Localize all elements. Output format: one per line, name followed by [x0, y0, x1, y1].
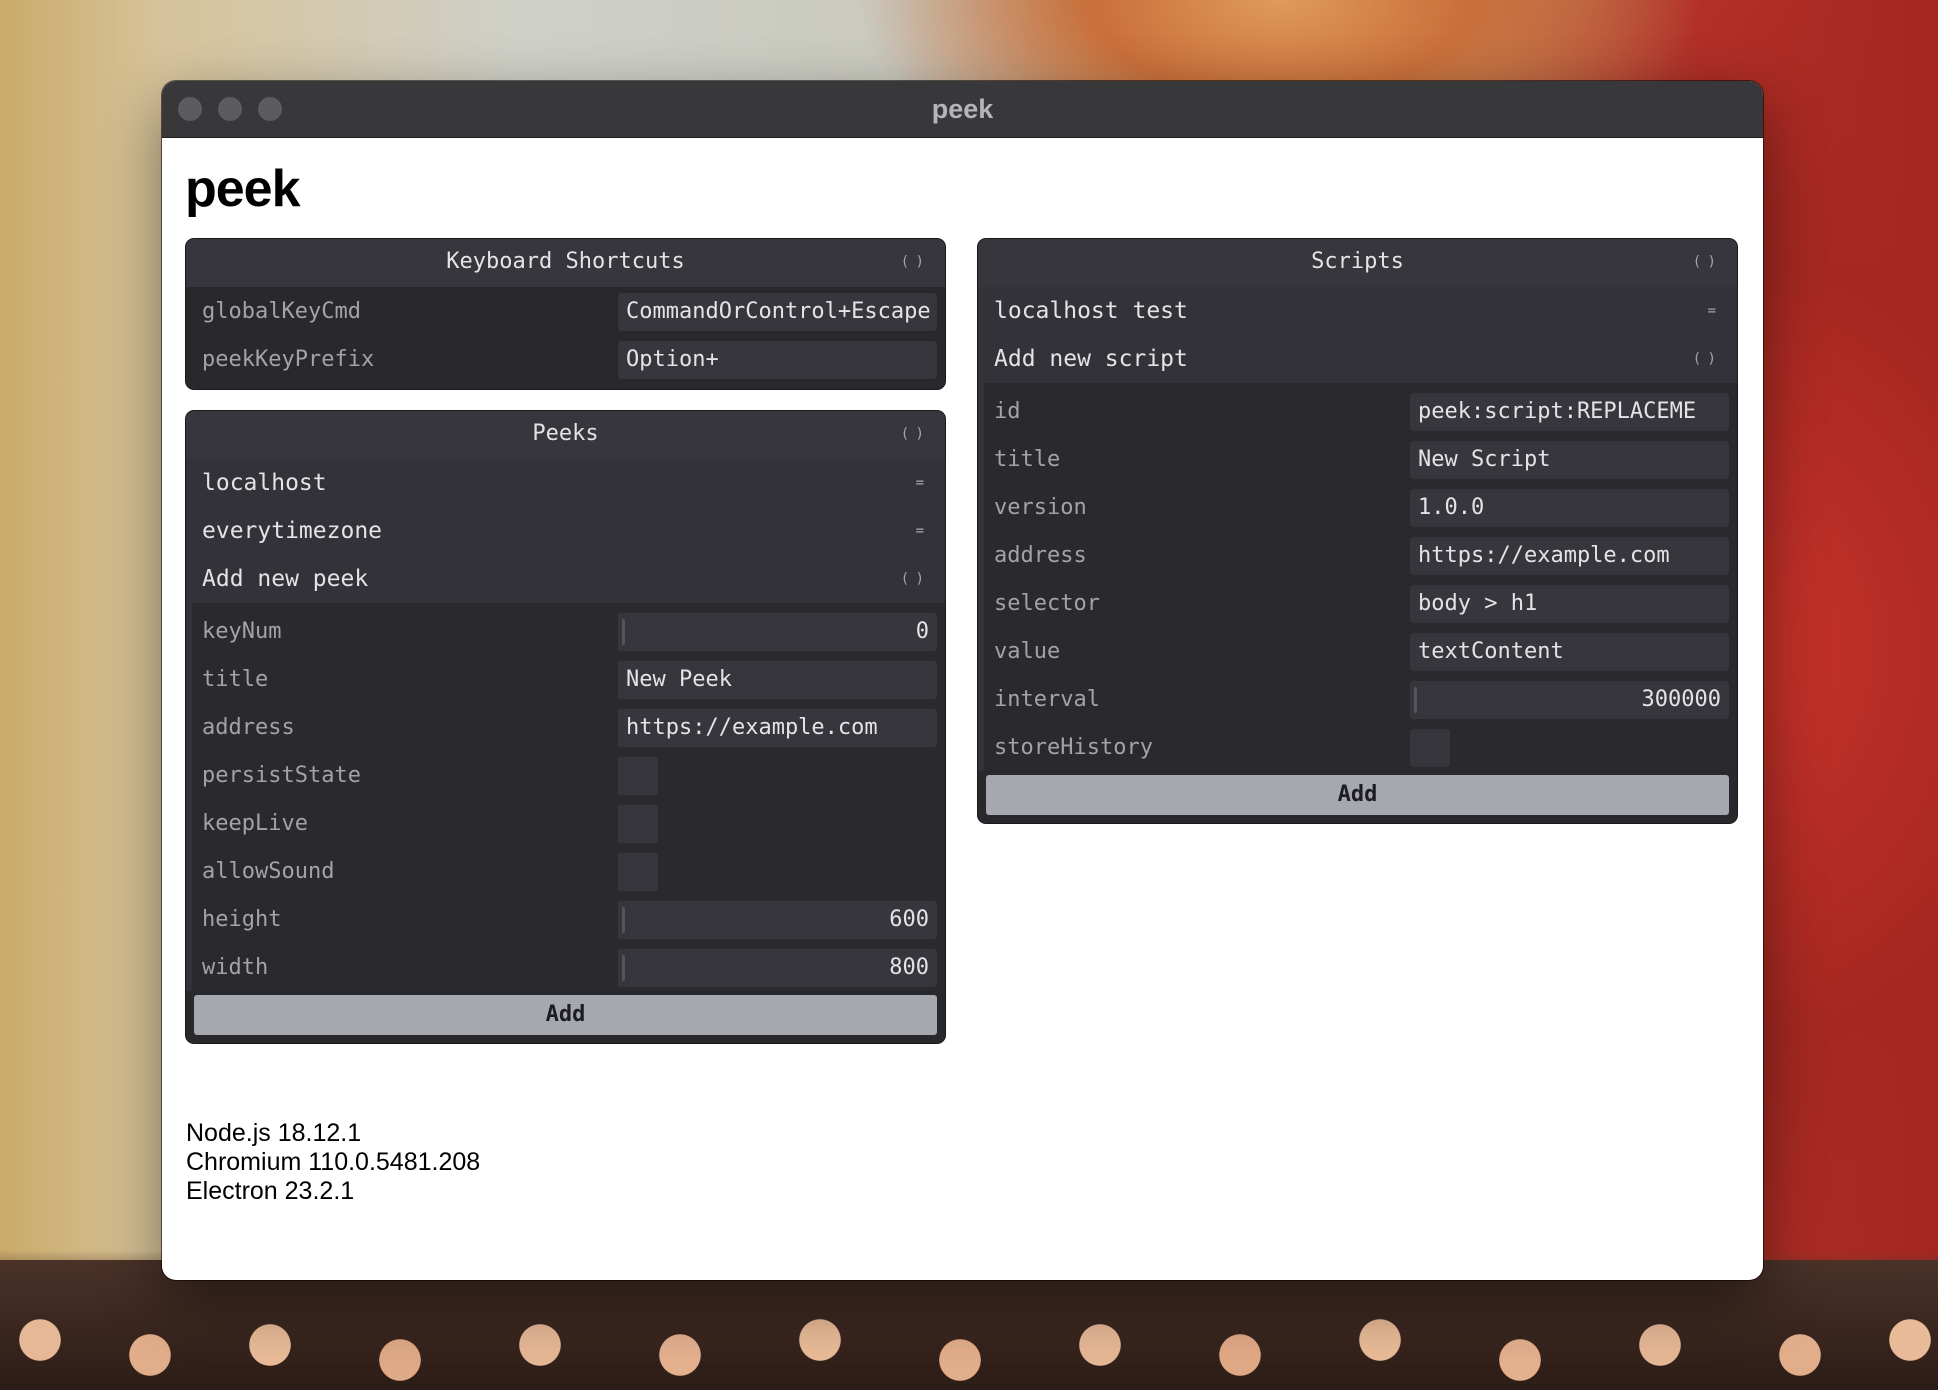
width-row: width 800 — [192, 943, 945, 991]
app-window: peek peek Keyboard Shortcuts ( ) globalK… — [162, 81, 1763, 1280]
height-input[interactable]: 600 — [618, 901, 937, 939]
keyboard-shortcuts-panel: Keyboard Shortcuts ( ) globalKeyCmd Comm… — [186, 239, 945, 389]
keyboard-shortcuts-header[interactable]: Keyboard Shortcuts ( ) — [186, 239, 945, 287]
script-interval-input[interactable]: 300000 — [1410, 681, 1729, 719]
peek-title-input[interactable]: New Peek — [618, 661, 937, 699]
title-bar[interactable]: peek — [162, 81, 1763, 138]
script-value-label: value — [994, 638, 1061, 664]
script-title-row: title New Script — [984, 435, 1737, 483]
keyboard-shortcuts-title: Keyboard Shortcuts — [446, 249, 685, 274]
script-address-row: address https://example.com — [984, 531, 1737, 579]
collapsed-folder-icon: = — [915, 523, 925, 539]
add-new-peek-form: keyNum 0 title New Peek address https://… — [186, 603, 945, 991]
global-key-cmd-row: globalKeyCmd CommandOrControl+Escape — [186, 287, 945, 335]
electron-version: Electron 23.2.1 — [186, 1177, 355, 1205]
peek-title-label: title — [202, 666, 269, 692]
peek-key-prefix-label: peekKeyPrefix — [202, 346, 375, 372]
keynum-label: keyNum — [202, 618, 282, 644]
script-version-row: version 1.0.0 — [984, 483, 1737, 531]
height-row: height 600 — [192, 895, 945, 943]
scripts-header[interactable]: Scripts ( ) — [978, 239, 1737, 287]
width-input[interactable]: 800 — [618, 949, 937, 987]
add-new-script-label: Add new script — [994, 346, 1188, 372]
peek-address-input[interactable]: https://example.com — [618, 709, 937, 747]
script-id-label: id — [994, 398, 1021, 424]
allow-sound-row: allowSound — [192, 847, 945, 895]
collapse-toggle-icon[interactable]: ( ) — [1693, 239, 1716, 285]
keynum-row: keyNum 0 — [192, 607, 945, 655]
peeks-title: Peeks — [532, 421, 599, 446]
collapsed-folder-icon: = — [1707, 303, 1717, 319]
allow-sound-label: allowSound — [202, 858, 335, 884]
script-value-input[interactable]: textContent — [1410, 633, 1729, 671]
chromium-version: Chromium 110.0.5481.208 — [186, 1148, 481, 1176]
add-new-script-form: id peek:script:REPLACEME title New Scrip… — [978, 383, 1737, 771]
script-selector-label: selector — [994, 590, 1100, 616]
store-history-checkbox[interactable] — [1410, 729, 1450, 767]
persist-state-label: persistState — [202, 762, 361, 788]
peek-folder-everytimezone[interactable]: everytimezone = — [186, 507, 945, 555]
window-title: peek — [931, 94, 994, 124]
allow-sound-checkbox[interactable] — [618, 853, 658, 891]
script-selector-row: selector body > h1 — [984, 579, 1737, 627]
script-version-label: version — [994, 494, 1087, 520]
peeks-header[interactable]: Peeks ( ) — [186, 411, 945, 459]
version-info: Node.js 18.12.1 Chromium 110.0.5481.208 … — [186, 1119, 480, 1206]
add-peek-button[interactable]: Add — [194, 995, 937, 1035]
page-title: peek — [185, 160, 301, 218]
script-id-input[interactable]: peek:script:REPLACEME — [1410, 393, 1729, 431]
keynum-input[interactable]: 0 — [618, 613, 937, 651]
collapse-toggle-icon[interactable]: ( ) — [901, 411, 924, 457]
collapsed-folder-icon: = — [915, 475, 925, 491]
collapse-toggle-icon[interactable]: ( ) — [901, 239, 924, 285]
script-selector-input[interactable]: body > h1 — [1410, 585, 1729, 623]
peek-folder-localhost[interactable]: localhost = — [186, 459, 945, 507]
add-new-peek-folder[interactable]: Add new peek ( ) — [186, 555, 945, 603]
peek-folder-label: everytimezone — [202, 518, 383, 544]
script-address-input[interactable]: https://example.com — [1410, 537, 1729, 575]
nodejs-version: Node.js 18.12.1 — [186, 1119, 362, 1147]
height-label: height — [202, 906, 282, 932]
peek-address-row: address https://example.com — [192, 703, 945, 751]
script-address-label: address — [994, 542, 1087, 568]
persist-state-row: persistState — [192, 751, 945, 799]
store-history-row: storeHistory — [984, 723, 1737, 771]
store-history-label: storeHistory — [994, 734, 1153, 760]
peek-key-prefix-row: peekKeyPrefix Option+ — [186, 335, 945, 383]
script-title-label: title — [994, 446, 1061, 472]
peek-address-label: address — [202, 714, 295, 740]
script-value-row: value textContent — [984, 627, 1737, 675]
add-new-peek-label: Add new peek — [202, 566, 369, 592]
script-version-input[interactable]: 1.0.0 — [1410, 489, 1729, 527]
global-key-cmd-input[interactable]: CommandOrControl+Escape — [618, 293, 937, 331]
scripts-panel: Scripts ( ) localhost test = Add new scr… — [978, 239, 1737, 823]
script-interval-label: interval — [994, 686, 1100, 712]
keep-live-checkbox[interactable] — [618, 805, 658, 843]
script-title-input[interactable]: New Script — [1410, 441, 1729, 479]
add-script-button[interactable]: Add — [986, 775, 1729, 815]
scripts-title: Scripts — [1311, 249, 1404, 274]
peek-key-prefix-input[interactable]: Option+ — [618, 341, 937, 379]
peeks-panel: Peeks ( ) localhost = everytimezone = Ad… — [186, 411, 945, 1043]
expanded-folder-icon: ( ) — [900, 571, 924, 587]
keep-live-row: keepLive — [192, 799, 945, 847]
persist-state-checkbox[interactable] — [618, 757, 658, 795]
script-folder-label: localhost test — [994, 298, 1188, 324]
expanded-folder-icon: ( ) — [1692, 351, 1716, 367]
peek-folder-label: localhost — [202, 470, 327, 496]
width-label: width — [202, 954, 269, 980]
global-key-cmd-label: globalKeyCmd — [202, 298, 361, 324]
script-id-row: id peek:script:REPLACEME — [984, 387, 1737, 435]
keep-live-label: keepLive — [202, 810, 308, 836]
script-interval-row: interval 300000 — [984, 675, 1737, 723]
script-folder-localhost-test[interactable]: localhost test = — [978, 287, 1737, 335]
add-new-script-folder[interactable]: Add new script ( ) — [978, 335, 1737, 383]
peek-title-row: title New Peek — [192, 655, 945, 703]
